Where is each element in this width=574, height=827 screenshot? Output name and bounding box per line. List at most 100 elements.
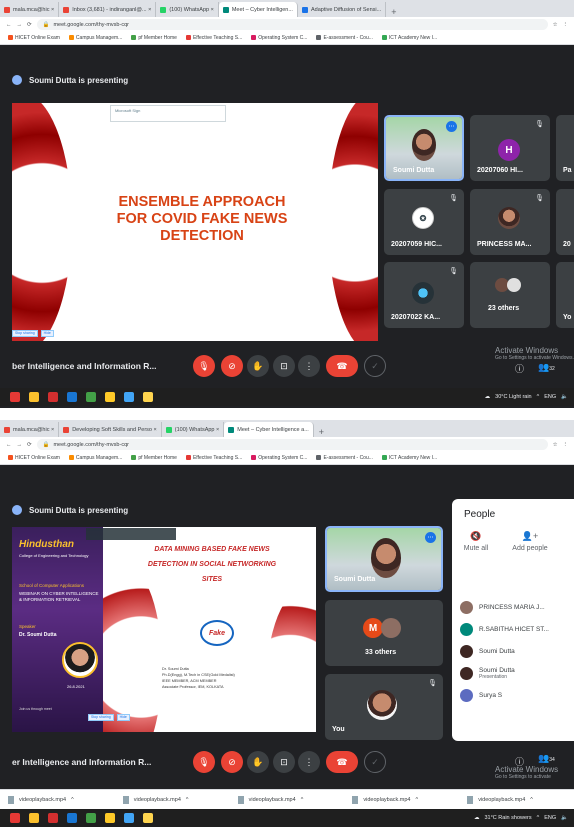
- taskbar-app-icon[interactable]: [124, 813, 134, 823]
- bookmark-item[interactable]: E-assessment - Cou...: [316, 35, 373, 41]
- participant-tile-others[interactable]: M 33 others: [325, 600, 443, 666]
- download-options-icon[interactable]: ^: [186, 797, 189, 803]
- participant-tile[interactable]: 🎙 20207022 KA...: [384, 262, 464, 328]
- reload-icon[interactable]: ⟳: [27, 442, 32, 448]
- info-icon[interactable]: ⓘ: [515, 755, 524, 768]
- download-item[interactable]: videoplayback.mp4 ^: [0, 795, 115, 804]
- participant-tile-others[interactable]: 23 others: [470, 262, 550, 328]
- participant-tile[interactable]: 🎙 H 20207060 HI...: [470, 115, 550, 181]
- participant-tile[interactable]: 🎙 ✪ 20207059 HIC...: [384, 189, 464, 255]
- raise-hand-button[interactable]: ✋: [247, 355, 269, 377]
- participant-tile[interactable]: Pa: [556, 115, 574, 181]
- tray-chevron-icon[interactable]: ^: [537, 394, 540, 400]
- bookmark-star-icon[interactable]: ☆: [553, 22, 558, 28]
- camera-toggle-button[interactable]: ⊘: [221, 751, 243, 773]
- hide-button[interactable]: Hide: [116, 713, 130, 721]
- leave-call-button[interactable]: ☎: [326, 751, 358, 773]
- add-people-button[interactable]: 👤+ Add people: [510, 532, 550, 553]
- participant-list-item[interactable]: Soumi Dutta: [460, 641, 574, 661]
- participant-list-item[interactable]: PRINCESS MARIA J...: [460, 597, 574, 617]
- bookmark-item[interactable]: Operating System C...: [251, 35, 307, 41]
- mic-toggle-button[interactable]: 🎙: [193, 751, 215, 773]
- more-options-button[interactable]: ⋮: [298, 751, 320, 773]
- taskbar-pdf-icon[interactable]: [48, 392, 58, 402]
- taskbar-store-icon[interactable]: [105, 392, 115, 402]
- download-options-icon[interactable]: ^: [530, 797, 533, 803]
- participant-tile-you[interactable]: 🎙 You: [325, 674, 443, 740]
- participant-tile-soumi[interactable]: ⋯ Soumi Dutta: [384, 115, 464, 181]
- download-item[interactable]: videoplayback.mp4 ^: [344, 795, 459, 804]
- taskbar-app-icon[interactable]: [29, 813, 39, 823]
- taskbar-app-icon[interactable]: [10, 813, 20, 823]
- participant-tile-you[interactable]: Yo: [556, 262, 574, 328]
- download-item[interactable]: videoplayback.mp4 ^: [230, 795, 345, 804]
- bookmark-item[interactable]: Campus Managem...: [68, 455, 122, 461]
- participant-tile-soumi[interactable]: ⋯ Soumi Dutta: [325, 526, 443, 592]
- browser-tab[interactable]: Meet – Cyber Intelligence a...: [224, 422, 314, 437]
- browser-tab[interactable]: mala.mca@hic ×: [0, 2, 60, 17]
- bookmark-item[interactable]: Operating System C...: [251, 455, 307, 461]
- download-options-icon[interactable]: ^: [415, 797, 418, 803]
- download-options-icon[interactable]: ^: [71, 797, 74, 803]
- url-field[interactable]: 🔒 meet.google.com/thy-mvsb-cqr: [36, 19, 548, 30]
- participant-tile[interactable]: 🎙 PRINCESS MA...: [470, 189, 550, 255]
- hide-button[interactable]: Hide: [40, 329, 54, 337]
- download-options-icon[interactable]: ^: [301, 797, 304, 803]
- activity-button[interactable]: ✓: [364, 355, 386, 377]
- participant-list-item[interactable]: Surya S: [460, 685, 574, 705]
- bookmark-item[interactable]: pf Member Home: [131, 455, 177, 461]
- taskbar-app-icon[interactable]: [124, 392, 134, 402]
- download-item[interactable]: videoplayback.mp4 ^: [115, 795, 230, 804]
- taskbar-store-icon[interactable]: [105, 813, 115, 823]
- browser-tab[interactable]: Inbox (3,681) - indiranganl@... ×: [59, 2, 157, 17]
- browser-tab[interactable]: mala.mca@hic ×: [0, 422, 60, 437]
- bookmark-item[interactable]: E-assessment - Cou...: [316, 455, 373, 461]
- bookmark-item[interactable]: Effective Teaching S...: [185, 35, 242, 41]
- info-icon[interactable]: ⓘ: [515, 362, 524, 375]
- people-button[interactable]: 👥34: [538, 753, 555, 764]
- mute-all-button[interactable]: 🔇 Mute all: [456, 532, 496, 553]
- taskbar-folder-icon[interactable]: [143, 392, 153, 402]
- forward-icon[interactable]: →: [17, 442, 23, 448]
- volume-icon[interactable]: 🔈: [561, 815, 568, 821]
- reload-icon[interactable]: ⟳: [27, 22, 32, 28]
- taskbar-folder-icon[interactable]: [143, 813, 153, 823]
- forward-icon[interactable]: →: [17, 22, 23, 28]
- present-button[interactable]: ⊡: [273, 751, 295, 773]
- menu-kebab-icon[interactable]: ⋮: [563, 22, 569, 28]
- taskbar-app-icon[interactable]: [10, 392, 20, 402]
- bookmark-item[interactable]: pf Member Home: [131, 35, 177, 41]
- participant-tile[interactable]: 20: [556, 189, 574, 255]
- browser-tab[interactable]: Meet – Cyber Intelligen...: [218, 2, 298, 17]
- browser-tab[interactable]: (100) WhatsApp ×: [156, 2, 219, 17]
- taskbar-app-icon[interactable]: [67, 392, 77, 402]
- url-field[interactable]: 🔒 meet.google.com/thy-mvsb-cqr: [36, 439, 548, 450]
- leave-call-button[interactable]: ☎: [326, 355, 358, 377]
- raise-hand-button[interactable]: ✋: [247, 751, 269, 773]
- mic-toggle-button[interactable]: 🎙: [193, 355, 215, 377]
- taskbar-pdf-icon[interactable]: [48, 813, 58, 823]
- taskbar-app-icon[interactable]: [29, 392, 39, 402]
- taskbar-excel-icon[interactable]: [86, 813, 96, 823]
- bookmark-item[interactable]: Campus Managem...: [68, 35, 122, 41]
- bookmark-item[interactable]: Effective Teaching S...: [185, 455, 242, 461]
- bookmark-star-icon[interactable]: ☆: [553, 442, 558, 448]
- browser-tab[interactable]: (100) WhatsApp ×: [162, 422, 225, 437]
- stop-sharing-button[interactable]: Stop sharing: [88, 713, 114, 721]
- bookmark-item[interactable]: HICET Online Exam: [8, 35, 60, 41]
- people-button[interactable]: 👥32: [538, 362, 555, 373]
- participant-list-item[interactable]: R.SABITHA HICET ST...: [460, 619, 574, 639]
- taskbar-app-icon[interactable]: [67, 813, 77, 823]
- download-item[interactable]: videoplayback.mp4 ^: [459, 795, 574, 804]
- back-icon[interactable]: ←: [6, 22, 12, 28]
- bookmark-item[interactable]: ICT Academy New I...: [381, 455, 437, 461]
- present-button[interactable]: ⊡: [273, 355, 295, 377]
- activity-button[interactable]: ✓: [364, 751, 386, 773]
- camera-toggle-button[interactable]: ⊘: [221, 355, 243, 377]
- taskbar-excel-icon[interactable]: [86, 392, 96, 402]
- tray-chevron-icon[interactable]: ^: [537, 815, 540, 821]
- browser-tab[interactable]: Adaptive Diffusion of Sensi...: [298, 2, 387, 17]
- participant-list-item[interactable]: Soumi Dutta Presentation: [460, 663, 574, 683]
- volume-icon[interactable]: 🔈: [561, 394, 568, 400]
- new-tab-icon[interactable]: +: [386, 7, 401, 17]
